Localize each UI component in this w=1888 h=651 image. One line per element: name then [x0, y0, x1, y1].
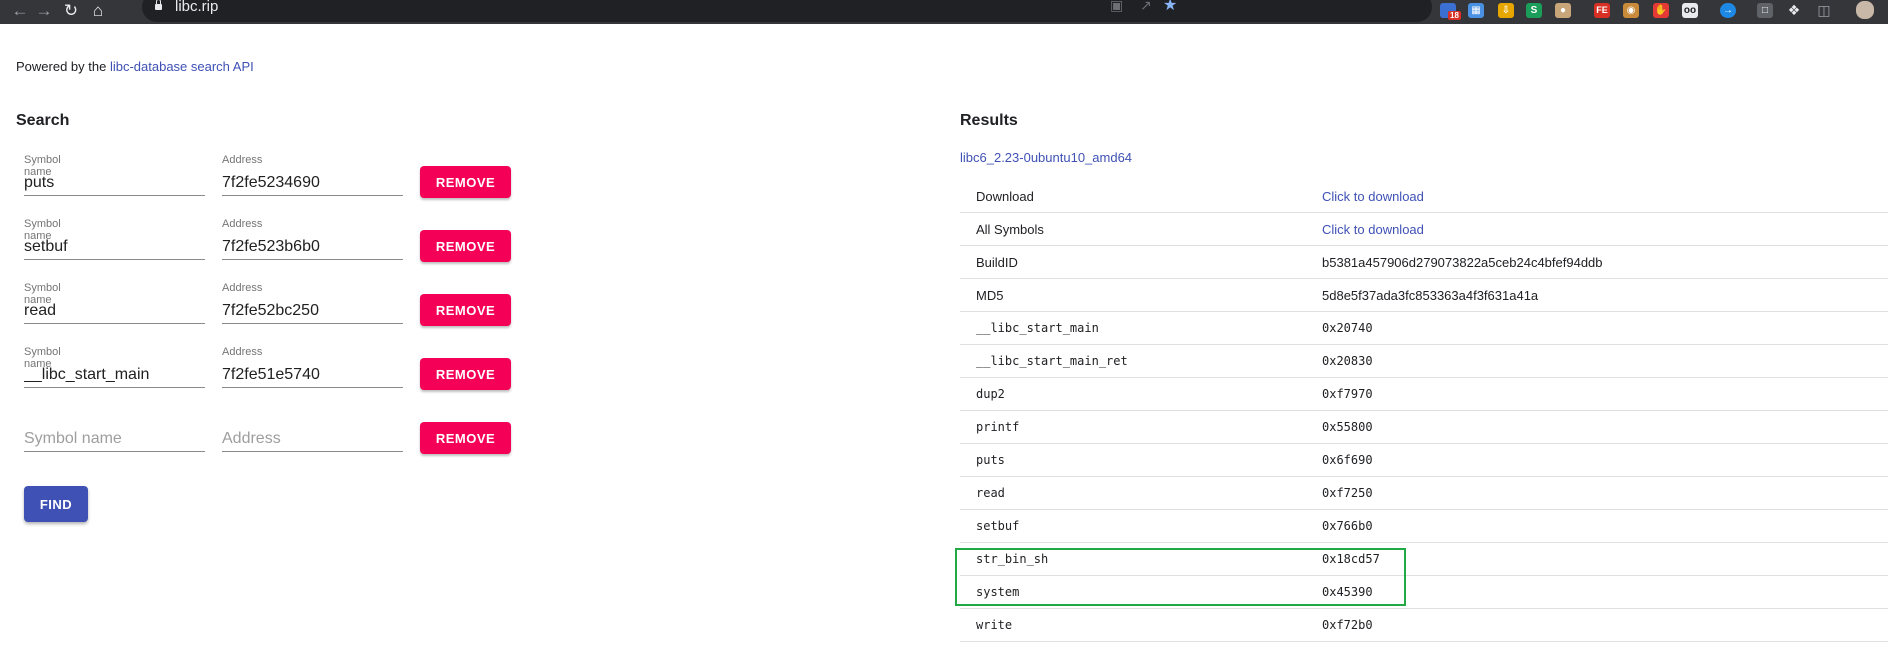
api-link[interactable]: libc-database search API [110, 59, 254, 74]
table-row: Download Click to download [960, 180, 1888, 213]
results-table: Download Click to download All Symbols C… [960, 180, 1888, 642]
row-value: Click to download [1306, 212, 1888, 246]
row-key: dup2 [960, 377, 1306, 411]
address-label: Address [222, 154, 263, 166]
table-row: read 0xf7250 [960, 476, 1888, 510]
image-extension-icon[interactable]: ▦ [1468, 3, 1484, 18]
remove-button[interactable]: REMOVE [420, 422, 511, 454]
symbol-input[interactable] [24, 235, 205, 260]
address-input[interactable] [222, 299, 403, 324]
address-input[interactable] [222, 427, 403, 452]
row-key: Download [960, 180, 1306, 213]
arrow-extension-icon[interactable]: → [1720, 3, 1736, 18]
row-value: b5381a457906d279073822a5ceb24c4bfef94ddb [1306, 245, 1888, 279]
all-symbols-download-link[interactable]: Click to download [1322, 222, 1424, 237]
row-value: 0x55800 [1306, 410, 1888, 444]
cookie-extension-icon[interactable]: ◉ [1623, 3, 1639, 18]
table-row: str_bin_sh 0x18cd57 [960, 542, 1888, 576]
symbol-input[interactable] [24, 427, 205, 452]
extension-icon[interactable]: 18 [1440, 3, 1461, 20]
row-value: 0x766b0 [1306, 509, 1888, 543]
lock-icon [155, 0, 162, 10]
row-key: __libc_start_main_ret [960, 344, 1306, 378]
row-key: setbuf [960, 509, 1306, 543]
remove-button[interactable]: REMOVE [420, 166, 511, 198]
row-value: 0xf72b0 [1306, 608, 1888, 642]
glasses-extension-icon[interactable]: oo [1682, 3, 1698, 18]
remove-button[interactable]: REMOVE [420, 294, 511, 326]
address-bar[interactable]: libc.rip ▣ ↗ ★ [142, 0, 1432, 22]
profile-avatar-icon[interactable] [1856, 1, 1874, 19]
row-key: BuildID [960, 245, 1306, 279]
share-icon[interactable]: ↗ [1140, 0, 1152, 14]
row-value: 5d8e5f37ada3fc853363a4f3f631a41a [1306, 278, 1888, 312]
row-key: MD5 [960, 278, 1306, 312]
extension-badge: 18 [1448, 11, 1461, 20]
powered-by-text: Powered by the libc-database search API [16, 59, 254, 74]
row-value: 0x20740 [1306, 311, 1888, 345]
puzzle-icon[interactable]: ❖ [1786, 3, 1802, 18]
table-row: __libc_start_main_ret 0x20830 [960, 344, 1888, 378]
table-row: BuildID b5381a457906d279073822a5ceb24c4b… [960, 245, 1888, 279]
table-row: system 0x45390 [960, 575, 1888, 609]
table-row: printf 0x55800 [960, 410, 1888, 444]
hand-extension-icon[interactable]: ✋ [1653, 3, 1669, 18]
results-title: Results [960, 112, 1018, 129]
home-icon[interactable]: ⌂ [86, 0, 110, 20]
address-label: Address [222, 346, 263, 358]
browser-toolbar: ← → ↻ ⌂ libc.rip ▣ ↗ ★ 18 ▦ ⇩ S ● FE ◉ ✋… [0, 0, 1888, 24]
address-input[interactable] [222, 235, 403, 260]
find-button[interactable]: FIND [24, 486, 88, 522]
page-extension-icon[interactable]: □ [1757, 3, 1773, 18]
row-value: 0x45390 [1306, 575, 1888, 609]
symbol-input[interactable] [24, 171, 205, 196]
address-label: Address [222, 282, 263, 294]
row-value: 0xf7970 [1306, 377, 1888, 411]
remove-button[interactable]: REMOVE [420, 358, 511, 390]
row-key: All Symbols [960, 212, 1306, 246]
remove-button[interactable]: REMOVE [420, 230, 511, 262]
fe-extension-icon[interactable]: FE [1594, 3, 1610, 18]
row-key: printf [960, 410, 1306, 444]
search-title: Search [16, 112, 70, 129]
row-key: write [960, 608, 1306, 642]
address-input[interactable] [222, 171, 403, 196]
row-key: __libc_start_main [960, 311, 1306, 345]
forward-icon[interactable]: → [32, 0, 56, 20]
row-value: 0x20830 [1306, 344, 1888, 378]
row-key: read [960, 476, 1306, 510]
table-row: All Symbols Click to download [960, 212, 1888, 246]
row-value: 0x6f690 [1306, 443, 1888, 477]
libc-result-link[interactable]: libc6_2.23-0ubuntu10_amd64 [960, 150, 1132, 165]
owl-extension-icon[interactable]: ● [1555, 3, 1571, 18]
table-row: puts 0x6f690 [960, 443, 1888, 477]
table-row: setbuf 0x766b0 [960, 509, 1888, 543]
table-row: __libc_start_main 0x20740 [960, 311, 1888, 345]
table-row: MD5 5d8e5f37ada3fc853363a4f3f631a41a [960, 278, 1888, 312]
side-panel-icon[interactable]: ◫ [1816, 3, 1832, 18]
table-row: write 0xf72b0 [960, 608, 1888, 642]
row-key: system [960, 575, 1306, 609]
symbol-input[interactable] [24, 363, 205, 388]
translate-icon[interactable]: ▣ [1110, 0, 1123, 14]
symbol-input[interactable] [24, 299, 205, 324]
s-extension-icon[interactable]: S [1526, 3, 1542, 18]
download-extension-icon[interactable]: ⇩ [1498, 3, 1514, 18]
download-link[interactable]: Click to download [1322, 189, 1424, 204]
row-value: 0xf7250 [1306, 476, 1888, 510]
bookmark-star-icon[interactable]: ★ [1163, 0, 1177, 15]
row-value: 0x18cd57 [1306, 542, 1888, 576]
address-input[interactable] [222, 363, 403, 388]
back-icon[interactable]: ← [8, 0, 32, 20]
table-row: dup2 0xf7970 [960, 377, 1888, 411]
reload-icon[interactable]: ↻ [59, 0, 83, 20]
address-label: Address [222, 218, 263, 230]
row-value: Click to download [1306, 180, 1888, 213]
powered-prefix: Powered by the [16, 59, 110, 74]
url-text[interactable]: libc.rip [175, 0, 218, 15]
row-key: puts [960, 443, 1306, 477]
row-key: str_bin_sh [960, 542, 1306, 576]
